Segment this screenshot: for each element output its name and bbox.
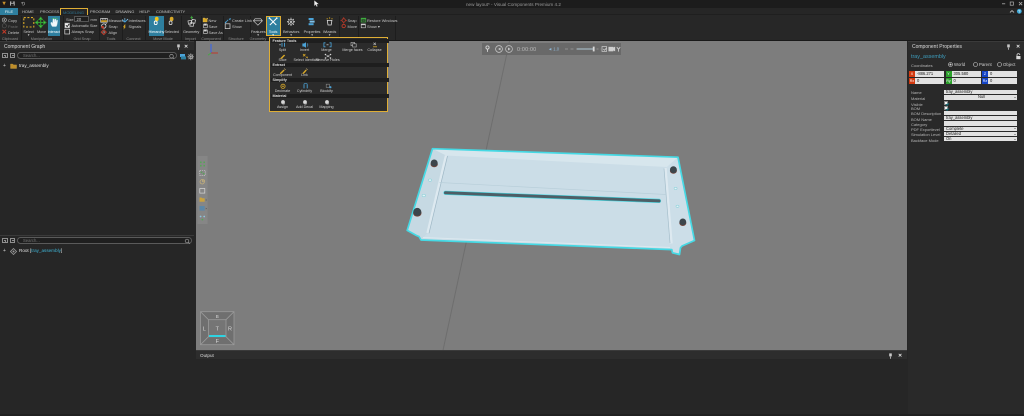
svg-text:L: L	[203, 327, 206, 333]
svg-text:◄ 1.0: ◄ 1.0	[548, 47, 560, 52]
svg-text:0:00:00: 0:00:00	[517, 47, 536, 53]
svg-text:R: R	[228, 327, 232, 333]
svg-text:B: B	[216, 314, 219, 319]
